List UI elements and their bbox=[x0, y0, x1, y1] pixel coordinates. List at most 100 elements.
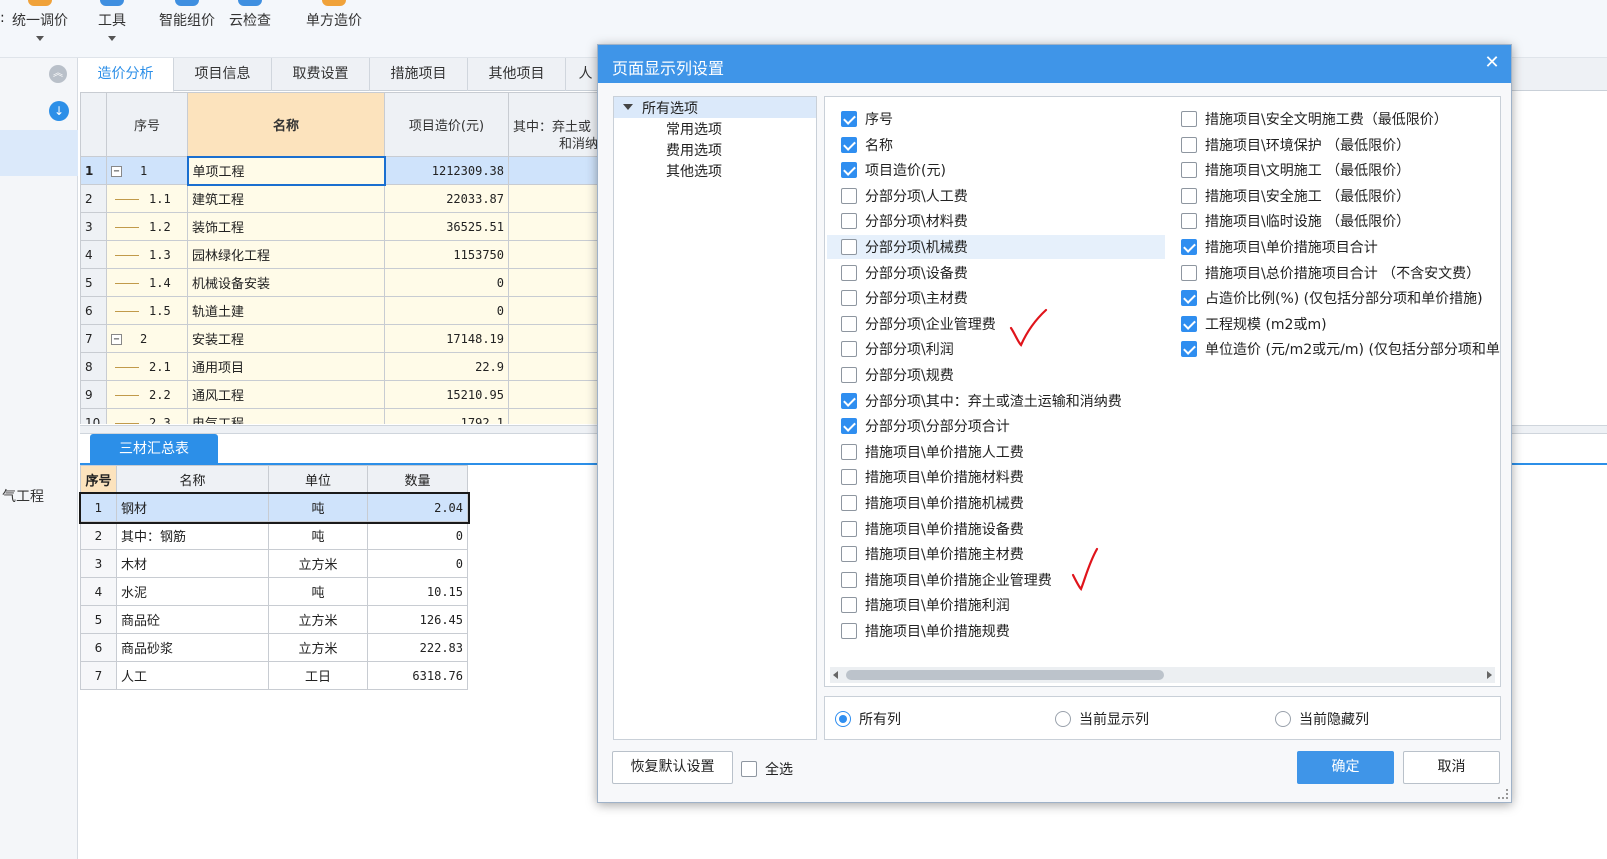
column-option-checkbox[interactable]: 措施项目\单价措施项目合计 bbox=[1167, 235, 1500, 259]
table-row[interactable]: 7 − 2 安装工程 17148.19 bbox=[80, 324, 600, 353]
row-extra[interactable] bbox=[508, 296, 600, 325]
collapse-tree-icon[interactable]: − bbox=[111, 165, 122, 177]
collapse-up-icon[interactable]: ︽ bbox=[49, 65, 67, 83]
left-panel-item-label[interactable]: 气工程 bbox=[2, 486, 44, 506]
tools-button[interactable]: 工具 bbox=[90, 0, 134, 58]
row-cost[interactable]: 22.9 bbox=[384, 352, 509, 381]
column-option-checkbox[interactable]: 分部分项\设备费 bbox=[827, 261, 1165, 285]
column-option-checkbox[interactable]: 序号 bbox=[827, 107, 1165, 131]
row-cost[interactable]: 15210.95 bbox=[384, 380, 509, 409]
table-row[interactable]: 9 2.2 通风工程 15210.95 bbox=[80, 380, 600, 409]
unit-cost-button[interactable]: 单方造价 bbox=[302, 0, 366, 58]
column-option-checkbox[interactable]: 措施项目\文明施工 （最低限价） bbox=[1167, 158, 1500, 182]
row-cost[interactable]: 0 bbox=[384, 296, 509, 325]
row-qty[interactable]: 2.04 bbox=[367, 493, 468, 522]
tree-item-fee-options[interactable]: 费用选项 bbox=[666, 140, 722, 160]
checkbox-icon[interactable] bbox=[841, 290, 857, 307]
column-option-checkbox[interactable]: 项目造价(元) bbox=[827, 158, 1165, 182]
checkbox-icon[interactable] bbox=[841, 213, 857, 230]
table-row[interactable]: 4 水泥 吨 10.15 bbox=[80, 577, 468, 606]
checkbox-icon[interactable] bbox=[741, 761, 757, 777]
checkbox-icon[interactable] bbox=[841, 367, 857, 383]
column-option-checkbox[interactable]: 措施项目\安全施工 （最低限价） bbox=[1167, 184, 1500, 208]
checkbox-checked-icon[interactable] bbox=[1181, 239, 1197, 255]
row-cost[interactable]: 1792.1 bbox=[384, 408, 509, 424]
column-option-checkbox[interactable]: 措施项目\单价措施人工费 bbox=[827, 440, 1165, 464]
radio-selected-icon[interactable] bbox=[835, 711, 851, 727]
column-option-checkbox[interactable]: 分部分项\机械费 bbox=[827, 235, 1165, 259]
column-option-checkbox[interactable]: 单位造价 (元/m2或元/m) (仅包括分部分项和单 bbox=[1167, 337, 1500, 361]
radio-icon[interactable] bbox=[1055, 711, 1071, 727]
row-name[interactable]: 钢材 bbox=[116, 493, 269, 522]
row-name[interactable]: 木材 bbox=[116, 549, 269, 578]
tree-item-all-options[interactable]: 所有选项 bbox=[614, 97, 816, 118]
row-name[interactable]: 机械设备安装 bbox=[187, 268, 385, 297]
table-row[interactable]: 6 1.5 轨道土建 0 bbox=[80, 296, 600, 325]
dialog-titlebar[interactable]: 页面显示列设置 ✕ bbox=[598, 45, 1511, 83]
column-option-checkbox[interactable]: 工程规模 (m2或m) bbox=[1167, 312, 1500, 336]
column-option-checkbox[interactable]: 措施项目\单价措施材料费 bbox=[827, 465, 1165, 489]
checkbox-icon[interactable] bbox=[1181, 111, 1197, 127]
row-extra[interactable] bbox=[508, 212, 600, 241]
tab-cost-analysis[interactable]: 造价分析 bbox=[78, 58, 174, 92]
row-qty[interactable]: 0 bbox=[367, 549, 468, 578]
row-extra[interactable] bbox=[508, 324, 600, 353]
cloud-check-button[interactable]: 云检查 bbox=[226, 0, 274, 58]
row-name[interactable]: 单项工程 bbox=[186, 155, 386, 186]
checkbox-icon[interactable] bbox=[1181, 213, 1197, 230]
table-row[interactable]: 5 1.4 机械设备安装 0 bbox=[80, 268, 600, 297]
column-option-checkbox[interactable]: 措施项目\总价措施项目合计 （不含安文费） bbox=[1167, 261, 1500, 285]
table-row[interactable]: 8 2.1 通用项目 22.9 bbox=[80, 352, 600, 381]
left-panel-selected-item[interactable] bbox=[0, 130, 78, 176]
row-unit[interactable]: 吨 bbox=[268, 521, 368, 550]
scroll-thumb[interactable] bbox=[846, 670, 1164, 680]
row-extra[interactable] bbox=[508, 156, 600, 185]
checkbox-icon[interactable] bbox=[1181, 187, 1197, 204]
tree-item-common-options[interactable]: 常用选项 bbox=[666, 119, 722, 139]
row-name[interactable]: 商品砼 bbox=[116, 605, 269, 634]
row-unit[interactable]: 工日 bbox=[268, 661, 368, 690]
download-icon[interactable]: ↓ bbox=[49, 101, 69, 121]
row-name[interactable]: 其中：钢筋 bbox=[116, 521, 269, 550]
column-option-checkbox[interactable]: 分部分项\利润 bbox=[827, 337, 1165, 361]
row-qty[interactable]: 10.15 bbox=[367, 577, 468, 606]
column-option-checkbox[interactable]: 措施项目\环境保护 （最低限价） bbox=[1167, 133, 1500, 157]
smart-pricing-button[interactable]: 智能组价 bbox=[156, 0, 218, 58]
seq-header[interactable]: 序号 bbox=[106, 92, 188, 157]
row-name[interactable]: 通风工程 bbox=[187, 380, 385, 409]
row-name[interactable]: 通用项目 bbox=[187, 352, 385, 381]
column-option-checkbox[interactable]: 分部分项\其中：弃土或渣土运输和消纳费 bbox=[827, 389, 1165, 413]
select-all-checkbox[interactable]: 全选 bbox=[741, 759, 793, 779]
row-extra[interactable] bbox=[508, 408, 600, 424]
qty-header[interactable]: 数量 bbox=[367, 465, 468, 494]
checkbox-icon[interactable] bbox=[841, 546, 857, 563]
row-cost[interactable]: 17148.19 bbox=[384, 324, 509, 353]
radio-hidden-columns[interactable]: 当前隐藏列 bbox=[1275, 709, 1369, 729]
checkbox-icon[interactable] bbox=[841, 520, 857, 537]
resize-grip-icon[interactable] bbox=[1498, 789, 1508, 799]
column-option-checkbox[interactable]: 分部分项\材料费 bbox=[827, 209, 1165, 233]
column-option-checkbox[interactable]: 名称 bbox=[827, 133, 1165, 157]
row-name[interactable]: 电气工程 bbox=[187, 408, 385, 424]
checkbox-icon[interactable] bbox=[841, 239, 857, 255]
row-cost[interactable]: 0 bbox=[384, 268, 509, 297]
cost-header[interactable]: 项目造价(元) bbox=[384, 92, 509, 157]
table-row[interactable]: 5 商品砼 立方米 126.45 bbox=[80, 605, 468, 634]
table-row[interactable]: 2 其中：钢筋 吨 0 bbox=[80, 521, 468, 550]
column-option-checkbox[interactable]: 措施项目\单价措施规费 bbox=[827, 619, 1165, 643]
tab-project-info[interactable]: 项目信息 bbox=[174, 58, 272, 91]
checkbox-icon[interactable] bbox=[841, 264, 857, 281]
column-option-checkbox[interactable]: 措施项目\安全文明施工费（最低限价） bbox=[1167, 107, 1500, 131]
row-qty[interactable]: 222.83 bbox=[367, 633, 468, 662]
row-extra[interactable] bbox=[508, 184, 600, 213]
column-option-checkbox[interactable]: 分部分项\规费 bbox=[827, 363, 1165, 387]
radio-icon[interactable] bbox=[1275, 711, 1291, 727]
row-cost[interactable]: 22033.87 bbox=[384, 184, 509, 213]
row-cost[interactable]: 36525.51 bbox=[384, 212, 509, 241]
row-qty[interactable]: 126.45 bbox=[367, 605, 468, 634]
checkbox-icon[interactable] bbox=[841, 315, 857, 332]
restore-defaults-button[interactable]: 恢复默认设置 bbox=[612, 751, 733, 784]
checkbox-icon[interactable] bbox=[841, 623, 857, 639]
checkbox-checked-icon[interactable] bbox=[841, 162, 857, 179]
checkbox-icon[interactable] bbox=[1181, 162, 1197, 179]
